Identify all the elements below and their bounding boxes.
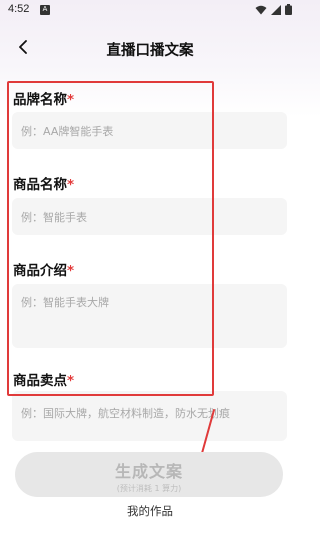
status-time: 4:52 [8, 3, 30, 15]
cellular-icon [271, 4, 281, 15]
status-bar: 4:52 A [0, 0, 300, 22]
product-intro-textarea[interactable]: 例：智能手表大牌 [12, 284, 287, 348]
page-title: 直播口播文案 [106, 43, 194, 59]
status-icons [255, 4, 292, 15]
brand-name-label: 品牌名称* [13, 92, 75, 108]
product-name-input[interactable]: 例：智能手表 [12, 198, 287, 235]
required-mark: * [67, 177, 75, 193]
app-bar: 直播口播文案 [0, 30, 300, 66]
required-mark: * [67, 263, 75, 279]
notification-a-icon: A [40, 5, 50, 15]
product-name-label: 商品名称* [13, 177, 75, 193]
my-works-link[interactable]: 我的作品 [0, 503, 300, 519]
selling-points-label: 商品卖点* [13, 373, 75, 389]
product-name-placeholder: 例：智能手表 [21, 211, 87, 224]
product-intro-placeholder: 例：智能手表大牌 [21, 296, 109, 309]
selling-points-textarea[interactable]: 例：国际大牌，航空材料制造，防水无划痕 [12, 391, 287, 441]
required-mark: * [67, 92, 75, 108]
product-intro-label: 商品介绍* [13, 263, 75, 279]
generate-button-label: 生成文案 [114, 462, 183, 481]
wifi-icon [255, 5, 267, 14]
brand-name-placeholder: 例：AA牌智能手表 [21, 125, 114, 138]
generate-copy-button[interactable]: 生成文案 (预计消耗 1 算力) [15, 452, 283, 497]
compute-cost-note: (预计消耗 1 算力) [116, 484, 182, 493]
required-mark: * [67, 373, 75, 389]
brand-name-input[interactable]: 例：AA牌智能手表 [12, 112, 287, 149]
battery-icon [285, 4, 292, 15]
